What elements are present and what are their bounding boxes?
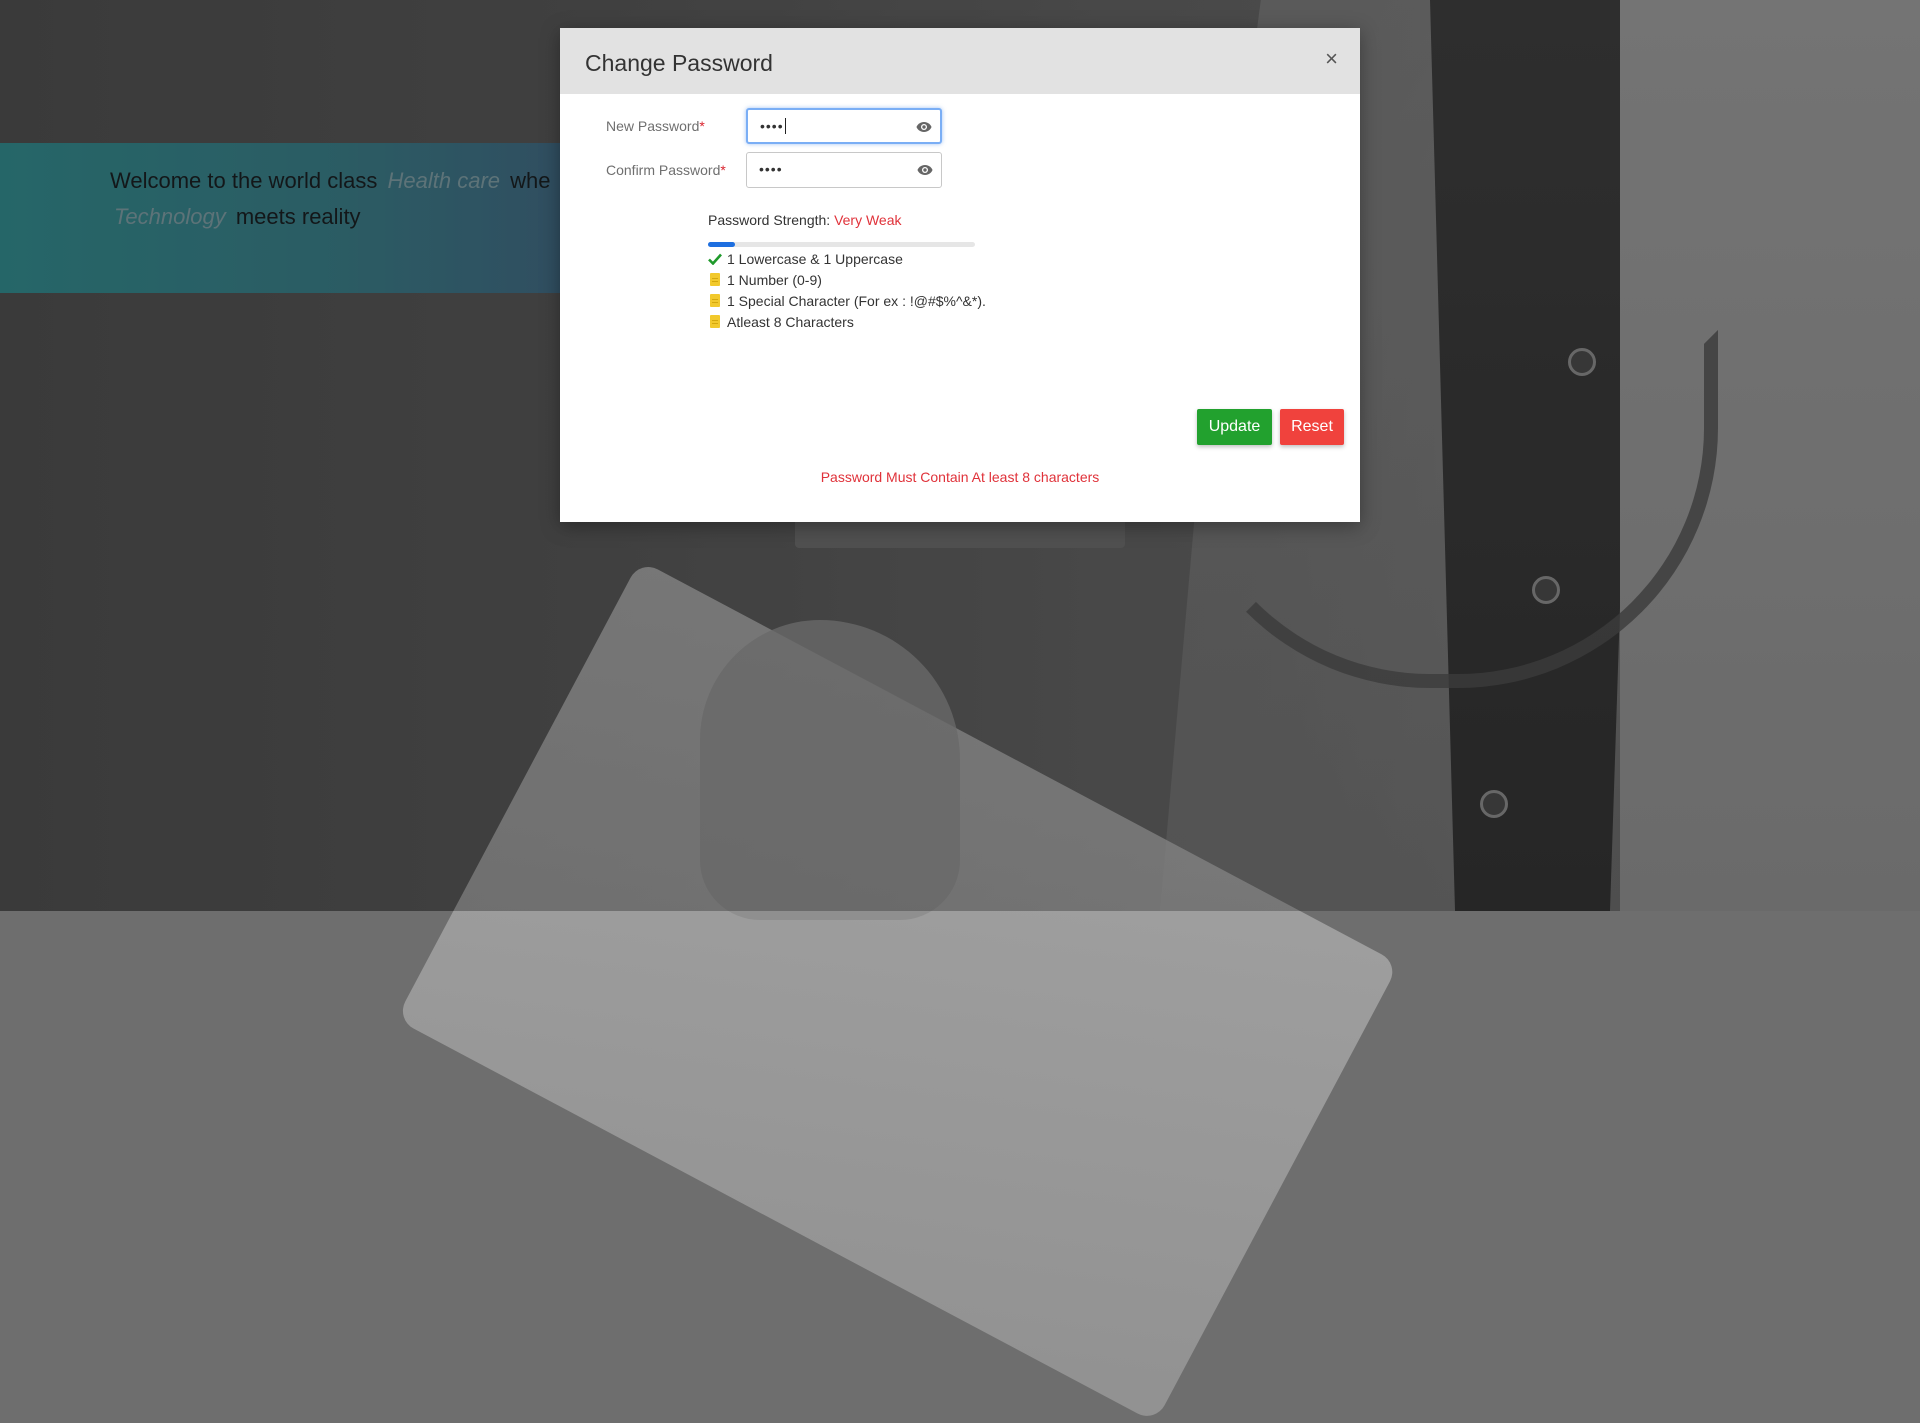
confirm-password-label: Confirm Password* (606, 162, 746, 178)
text-caret (784, 118, 786, 134)
close-button[interactable]: × (1325, 48, 1338, 70)
password-rules-list: 1 Lowercase & 1 Uppercase 1 Number (0-9)… (708, 248, 986, 332)
reset-button[interactable]: Reset (1280, 409, 1344, 445)
eye-icon[interactable] (916, 121, 932, 133)
rule-text: 1 Special Character (For ex : !@#$%^&*). (727, 292, 986, 309)
document-icon (708, 273, 722, 287)
rule-text: 1 Number (0-9) (727, 271, 822, 288)
rule-text: Atleast 8 Characters (727, 313, 854, 330)
eye-icon[interactable] (917, 164, 933, 176)
check-icon (708, 252, 722, 266)
new-password-label: New Password* (606, 118, 746, 134)
new-password-label-text: New Password (606, 118, 700, 134)
rule-item: 1 Number (0-9) (708, 269, 986, 290)
strength-value: Very Weak (834, 212, 902, 228)
new-password-input[interactable]: •••• (746, 108, 942, 144)
confirm-password-row: Confirm Password* •••• (606, 152, 942, 188)
new-password-value: •••• (760, 118, 786, 134)
modal-header: Change Password × (560, 28, 1360, 94)
change-password-modal: Change Password × New Password* •••• Con… (560, 28, 1360, 522)
required-mark: * (720, 162, 726, 178)
new-password-mask: •••• (760, 118, 784, 134)
document-icon (708, 315, 722, 329)
confirm-password-input[interactable]: •••• (746, 152, 942, 188)
confirm-password-label-text: Confirm Password (606, 162, 721, 178)
rule-item: 1 Lowercase & 1 Uppercase (708, 248, 986, 269)
modal-title: Change Password (585, 50, 773, 76)
strength-label: Password Strength: (708, 212, 831, 228)
rule-text: 1 Lowercase & 1 Uppercase (727, 250, 903, 267)
strength-bar (708, 242, 975, 247)
document-icon (708, 294, 722, 308)
required-mark: * (699, 118, 705, 134)
new-password-row: New Password* •••• (606, 108, 942, 144)
password-strength: Password Strength: Very Weak (708, 212, 902, 228)
rule-item: Atleast 8 Characters (708, 311, 986, 332)
error-message: Password Must Contain At least 8 charact… (820, 469, 1100, 485)
confirm-password-value: •••• (759, 161, 783, 177)
update-button[interactable]: Update (1197, 409, 1272, 445)
rule-item: 1 Special Character (For ex : !@#$%^&*). (708, 290, 986, 311)
strength-bar-fill (708, 242, 735, 247)
